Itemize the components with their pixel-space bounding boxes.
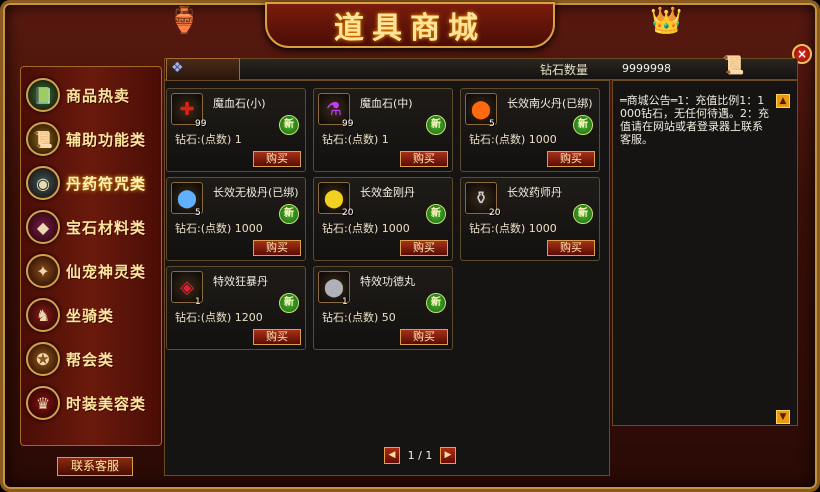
next-page-button[interactable]: ▶ — [440, 447, 456, 464]
prev-page-button[interactable]: ◀ — [384, 447, 400, 464]
new-badge: 新 — [426, 204, 446, 224]
help-scroll-icon[interactable]: 📜 — [722, 55, 744, 76]
sidebar-item-label: 丹药符咒类 — [66, 174, 147, 193]
product-name: 特效狂暴丹 — [213, 275, 268, 288]
sidebar-item[interactable]: ◉ 丹药符咒类 — [26, 164, 166, 202]
product-quantity: 20 — [489, 208, 501, 218]
new-badge: 新 — [573, 115, 593, 135]
sidebar-item[interactable]: ♛ 时装美容类 — [26, 384, 166, 422]
sidebar-item-label: 坐骑类 — [66, 306, 115, 325]
new-badge: 新 — [279, 204, 299, 224]
product-card[interactable]: ⚗ 99 魔血石(中) 钻石:(点数) 1 新购买 — [313, 88, 453, 172]
product-name: 长效药师丹 — [507, 186, 562, 199]
sidebar-item-label: 仙宠神灵类 — [66, 262, 147, 281]
product-quantity: 99 — [195, 119, 207, 129]
contact-support-button[interactable]: 联系客服 — [57, 457, 133, 476]
product-price: 钻石:(点数) 1 — [175, 133, 242, 146]
shop-topbar — [164, 58, 798, 80]
product-card[interactable]: ⬤ 20 长效金刚丹 钻石:(点数) 1000 新购买 — [313, 177, 453, 261]
crystal-icon: ❖ — [171, 60, 184, 76]
product-name: 长效无极丹(已绑) — [213, 186, 299, 199]
pill-icon: ◉ — [26, 166, 60, 200]
book-icon: 📗 — [26, 78, 60, 112]
diamond-count-value: 9999998 — [622, 62, 671, 75]
buy-button[interactable]: 购买 — [400, 240, 448, 256]
shop-tab[interactable]: ❖ — [166, 58, 240, 80]
buy-button[interactable]: 购买 — [253, 240, 301, 256]
page-indicator: 1 / 1 — [407, 449, 433, 462]
product-card[interactable]: ✚ 99 魔血石(小) 钻石:(点数) 1 新购买 — [166, 88, 306, 172]
product-quantity: 99 — [342, 119, 354, 129]
product-price: 钻石:(点数) 1000 — [322, 222, 410, 235]
sidebar-item[interactable]: ✪ 帮会类 — [26, 340, 166, 378]
product-card[interactable]: ⬤ 5 长效无极丹(已绑) 钻石:(点数) 1000 新购买 — [166, 177, 306, 261]
product-price: 钻石:(点数) 1000 — [175, 222, 263, 235]
treasure-chest-icon: 🏺 — [168, 6, 201, 36]
product-quantity: 5 — [195, 208, 201, 218]
product-name: 魔血石(小) — [213, 97, 266, 110]
buy-button[interactable]: 购买 — [400, 151, 448, 167]
sidebar-item-label: 帮会类 — [66, 350, 115, 369]
product-card[interactable]: ◈ 1 特效狂暴丹 钻石:(点数) 1200 新购买 — [166, 266, 306, 350]
product-name: 长效南火丹(已绑) — [507, 97, 593, 110]
fashion-icon: ♛ — [26, 386, 60, 420]
new-badge: 新 — [426, 293, 446, 313]
product-price: 钻石:(点数) 1200 — [175, 311, 263, 324]
new-badge: 新 — [573, 204, 593, 224]
window-title: 道具商城 — [334, 11, 486, 46]
mount-icon: ♞ — [26, 298, 60, 332]
gem-icon: ◆ — [26, 210, 60, 244]
product-name: 特效功德丸 — [360, 275, 415, 288]
product-name: 魔血石(中) — [360, 97, 413, 110]
new-badge: 新 — [279, 115, 299, 135]
product-name: 长效金刚丹 — [360, 186, 415, 199]
product-card[interactable]: ⬤ 1 特效功德丸 钻石:(点数) 50 新购买 — [313, 266, 453, 350]
new-badge: 新 — [279, 293, 299, 313]
window-title-banner: 道具商城 — [265, 2, 555, 48]
sidebar-item[interactable]: 📜 辅助功能类 — [26, 120, 166, 158]
product-card[interactable]: ⚱ 20 长效药师丹 钻石:(点数) 1000 新购买 — [460, 177, 600, 261]
sidebar-item-label: 宝石材料类 — [66, 218, 147, 237]
product-quantity: 5 — [489, 119, 495, 129]
product-price: 钻石:(点数) 1000 — [469, 133, 557, 146]
sidebar-item[interactable]: ◆ 宝石材料类 — [26, 208, 166, 246]
shop-notice-text: ═商城公告═1：充值比例1：1000钻石，无任何待遇。2：充值请在网站或者登录器… — [620, 94, 769, 146]
buy-button[interactable]: 购买 — [253, 329, 301, 345]
new-badge: 新 — [426, 115, 446, 135]
product-quantity: 1 — [342, 297, 348, 307]
pet-icon: ✦ — [26, 254, 60, 288]
sidebar-item[interactable]: 📗 商品热卖 — [26, 76, 166, 114]
product-quantity: 1 — [195, 297, 201, 307]
sidebar-item[interactable]: ✦ 仙宠神灵类 — [26, 252, 166, 290]
product-price: 钻石:(点数) 1000 — [469, 222, 557, 235]
buy-button[interactable]: 购买 — [400, 329, 448, 345]
notice-scroll-up-button[interactable]: ▲ — [776, 94, 790, 108]
gold-ingot-icon: 👑 — [650, 6, 683, 36]
sidebar-item-label: 商品热卖 — [66, 86, 131, 105]
buy-button[interactable]: 购买 — [253, 151, 301, 167]
sidebar-item-label: 辅助功能类 — [66, 130, 147, 149]
scroll-icon: 📜 — [26, 122, 60, 156]
product-price: 钻石:(点数) 50 — [322, 311, 396, 324]
product-price: 钻石:(点数) 1 — [322, 133, 389, 146]
buy-button[interactable]: 购买 — [547, 151, 595, 167]
diamond-count-label: 钻石数量 — [540, 63, 589, 77]
sidebar-item[interactable]: ♞ 坐骑类 — [26, 296, 166, 334]
notice-scroll-down-button[interactable]: ▼ — [776, 410, 790, 424]
sidebar-item-label: 时装美容类 — [66, 394, 147, 413]
guild-icon: ✪ — [26, 342, 60, 376]
buy-button[interactable]: 购买 — [547, 240, 595, 256]
product-quantity: 20 — [342, 208, 354, 218]
product-card[interactable]: ⬤ 5 长效南火丹(已绑) 钻石:(点数) 1000 新购买 — [460, 88, 600, 172]
